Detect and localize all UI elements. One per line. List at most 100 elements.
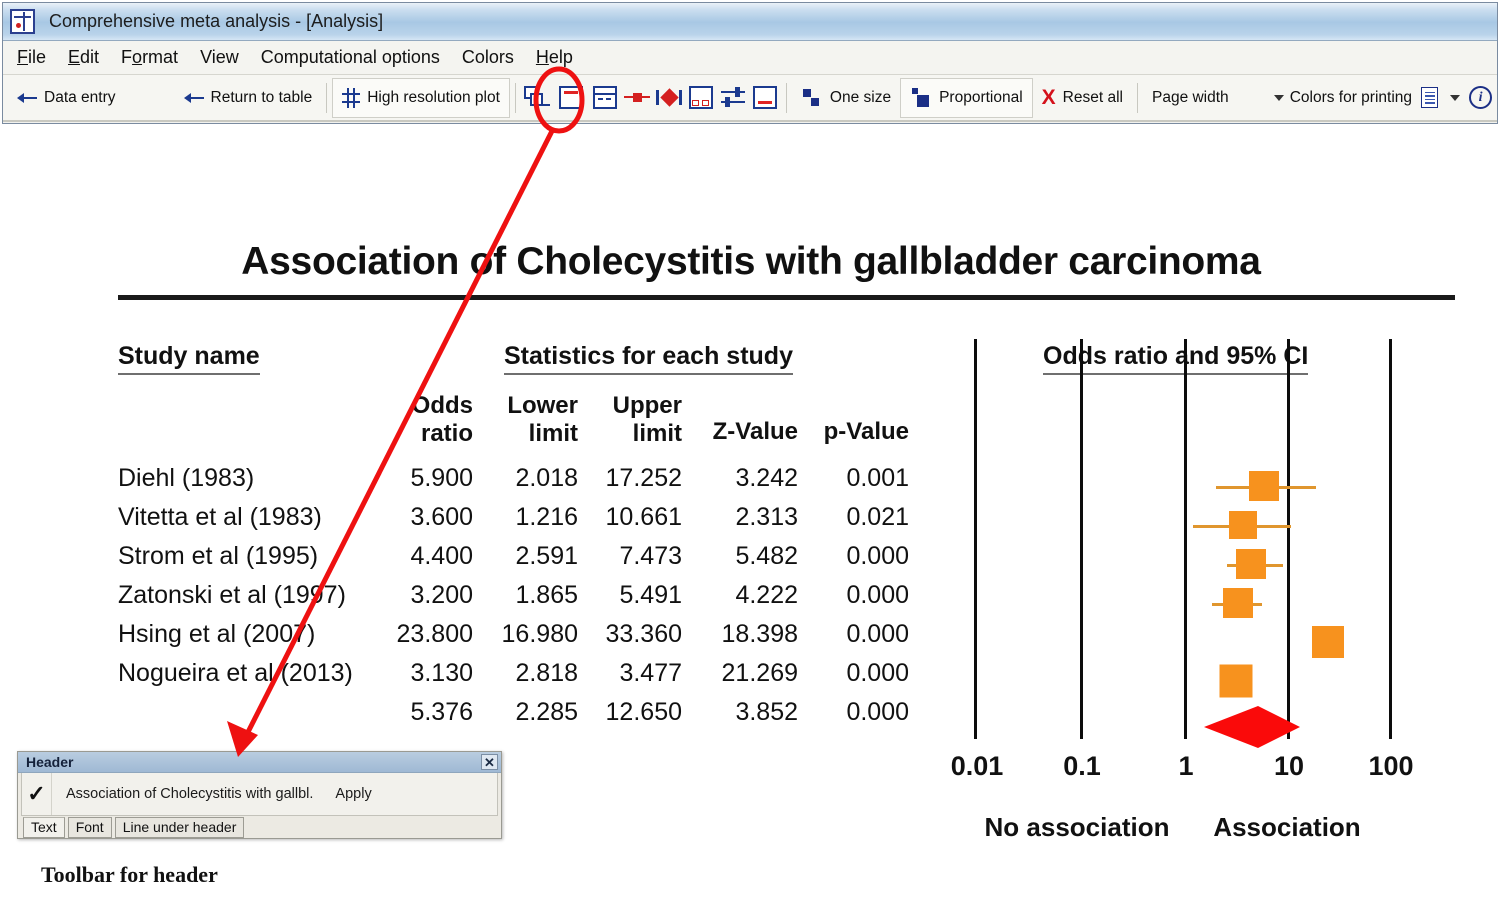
split-panel-icon[interactable]: [523, 85, 550, 110]
marker-square-row-3: [1223, 588, 1253, 618]
figure-caption: Toolbar for header: [41, 862, 218, 887]
header-band-icon[interactable]: [558, 85, 584, 110]
reset-all-button[interactable]: X Reset all: [1033, 79, 1132, 117]
tab-text[interactable]: Text: [23, 817, 65, 838]
summary-diamond-shape: [1204, 706, 1300, 748]
cell-p-value: 0.000: [846, 659, 909, 687]
window-title: Comprehensive meta analysis - [Analysis]: [49, 11, 384, 31]
cma-app-icon[interactable]: [10, 9, 35, 34]
chevron-down-icon[interactable]: [1450, 94, 1461, 101]
marker-square-row-2: [1236, 549, 1266, 579]
cell-p-value-summary: 0.000: [846, 698, 909, 726]
cell-lower-limit: 2.591: [515, 542, 578, 570]
cell-z-value: 4.222: [735, 581, 798, 609]
page-width-label: Page width: [1151, 88, 1229, 106]
data-entry-label: Data entry: [44, 88, 116, 106]
axis-scale-icon[interactable]: [720, 86, 746, 110]
cell-z-value: 5.482: [735, 542, 798, 570]
axis-gridline-1: [1184, 339, 1187, 739]
header-dialog-titlebar: Header ✕: [18, 752, 501, 773]
chevron-down-icon[interactable]: [1273, 94, 1284, 101]
column-header-icon[interactable]: [592, 85, 618, 110]
data-entry-button[interactable]: Data entry: [11, 79, 125, 117]
header-dialog[interactable]: Header ✕ ✓ Association of Cholecystitis …: [17, 751, 502, 839]
cell-p-value: 0.001: [846, 464, 909, 492]
colors-for-printing-button[interactable]: Colors for printing: [1284, 79, 1421, 117]
menu-item-file[interactable]: File: [17, 47, 46, 68]
one-size-label: One size: [829, 88, 892, 106]
toolbar-separator: [326, 82, 328, 113]
close-icon[interactable]: ✕: [481, 754, 498, 770]
cell-lower-limit: 1.216: [515, 503, 578, 531]
app-icon-vertical-stroke: [23, 12, 25, 31]
page-title: Association of Cholecystitis with gallbl…: [241, 240, 1261, 283]
axis-tick-label-4: 100: [1368, 751, 1414, 781]
cell-upper-limit: 5.491: [619, 581, 682, 609]
cell-z-value: 2.313: [735, 503, 798, 531]
high-resolution-plot-label: High resolution plot: [367, 88, 500, 106]
toolbar-separator: [1136, 82, 1138, 113]
table-row: Zatonski et al (1997): [118, 581, 346, 609]
cell-odds-ratio: 23.800: [396, 620, 473, 648]
cell-odds-ratio-summary: 5.376: [410, 698, 473, 726]
cell-upper-limit-summary: 12.650: [605, 698, 682, 726]
app-icon-red-dot: [16, 23, 21, 28]
table-row: Diehl (1983): [118, 464, 255, 492]
cell-lower-limit: 16.980: [501, 620, 578, 648]
menu-item-colors[interactable]: Colors: [462, 47, 514, 68]
axis-tick-label-3: 10: [1273, 751, 1305, 781]
menu-item-help[interactable]: Help: [536, 47, 573, 68]
cell-lower-limit: 2.818: [515, 659, 578, 687]
table-row: Hsing et al (2007): [118, 620, 316, 648]
one-size-button[interactable]: One size: [792, 79, 900, 117]
apply-button[interactable]: Apply: [335, 786, 371, 802]
table-row: Nogueira et al (2013): [118, 659, 353, 687]
plot-format-icon-strip: [521, 85, 781, 110]
toolbar-separator: [514, 82, 516, 113]
axis-gridline-0.01: [974, 339, 977, 739]
cell-lower-limit: 2.018: [515, 464, 578, 492]
axis-gridline-100: [1389, 339, 1392, 739]
marker-square-row-0: [1249, 471, 1279, 501]
tab-line-under-header[interactable]: Line under header: [114, 817, 245, 838]
header-visible-checkbox[interactable]: ✓: [22, 773, 52, 815]
diamond-marker-icon[interactable]: [655, 86, 682, 110]
cell-odds-ratio: 5.900: [410, 464, 473, 492]
group-header-odds-ratio-ci: Odds ratio and 95% CI: [1043, 342, 1309, 375]
footer-boxes-icon[interactable]: [688, 85, 714, 110]
axis-gridline-10: [1287, 339, 1290, 739]
cell-z-value: 21.269: [721, 659, 798, 687]
column-header-lower-limit: Lower limit: [507, 392, 578, 447]
colors-for-printing-label: Colors for printing: [1289, 88, 1413, 106]
high-resolution-plot-button[interactable]: High resolution plot: [332, 77, 510, 118]
info-icon[interactable]: i: [1469, 86, 1493, 109]
footer-band-icon[interactable]: [752, 85, 778, 110]
cell-upper-limit: 10.661: [605, 503, 682, 531]
menu-item-view[interactable]: View: [200, 47, 239, 68]
cell-upper-limit: 3.477: [619, 659, 682, 687]
axis-tick-label-1: 0.1: [1063, 751, 1101, 781]
cell-p-value: 0.000: [846, 581, 909, 609]
header-text-input[interactable]: Association of Cholecystitis with gallbl…: [66, 786, 313, 802]
tab-font[interactable]: Font: [67, 817, 112, 838]
menu-item-format[interactable]: Format: [121, 47, 178, 68]
menu-item-edit[interactable]: Edit: [68, 47, 99, 68]
toolbar-separator: [785, 82, 787, 113]
title-bar: Comprehensive meta analysis - [Analysis]: [3, 3, 1497, 41]
proportional-button[interactable]: Proportional: [900, 77, 1033, 118]
cell-odds-ratio: 3.130: [410, 659, 473, 687]
table-row: Vitetta et al (1983): [118, 503, 322, 531]
point-marker-icon[interactable]: [623, 86, 650, 110]
reset-all-label: Reset all: [1062, 88, 1123, 106]
return-to-table-button[interactable]: Return to table: [175, 79, 322, 117]
page-width-button[interactable]: Page width: [1143, 79, 1238, 117]
menu-item-computational-options[interactable]: Computational options: [261, 47, 440, 68]
header-dialog-title: Header: [26, 754, 74, 770]
document-icon[interactable]: [1421, 87, 1439, 108]
cell-lower-limit-summary: 2.285: [515, 698, 578, 726]
group-header-study-name: Study name: [118, 342, 260, 375]
header-underline-rule: [118, 295, 1455, 298]
one-size-icon: [801, 87, 823, 109]
summary-diamond: [1204, 706, 1300, 748]
arrow-left-icon: [183, 91, 204, 105]
